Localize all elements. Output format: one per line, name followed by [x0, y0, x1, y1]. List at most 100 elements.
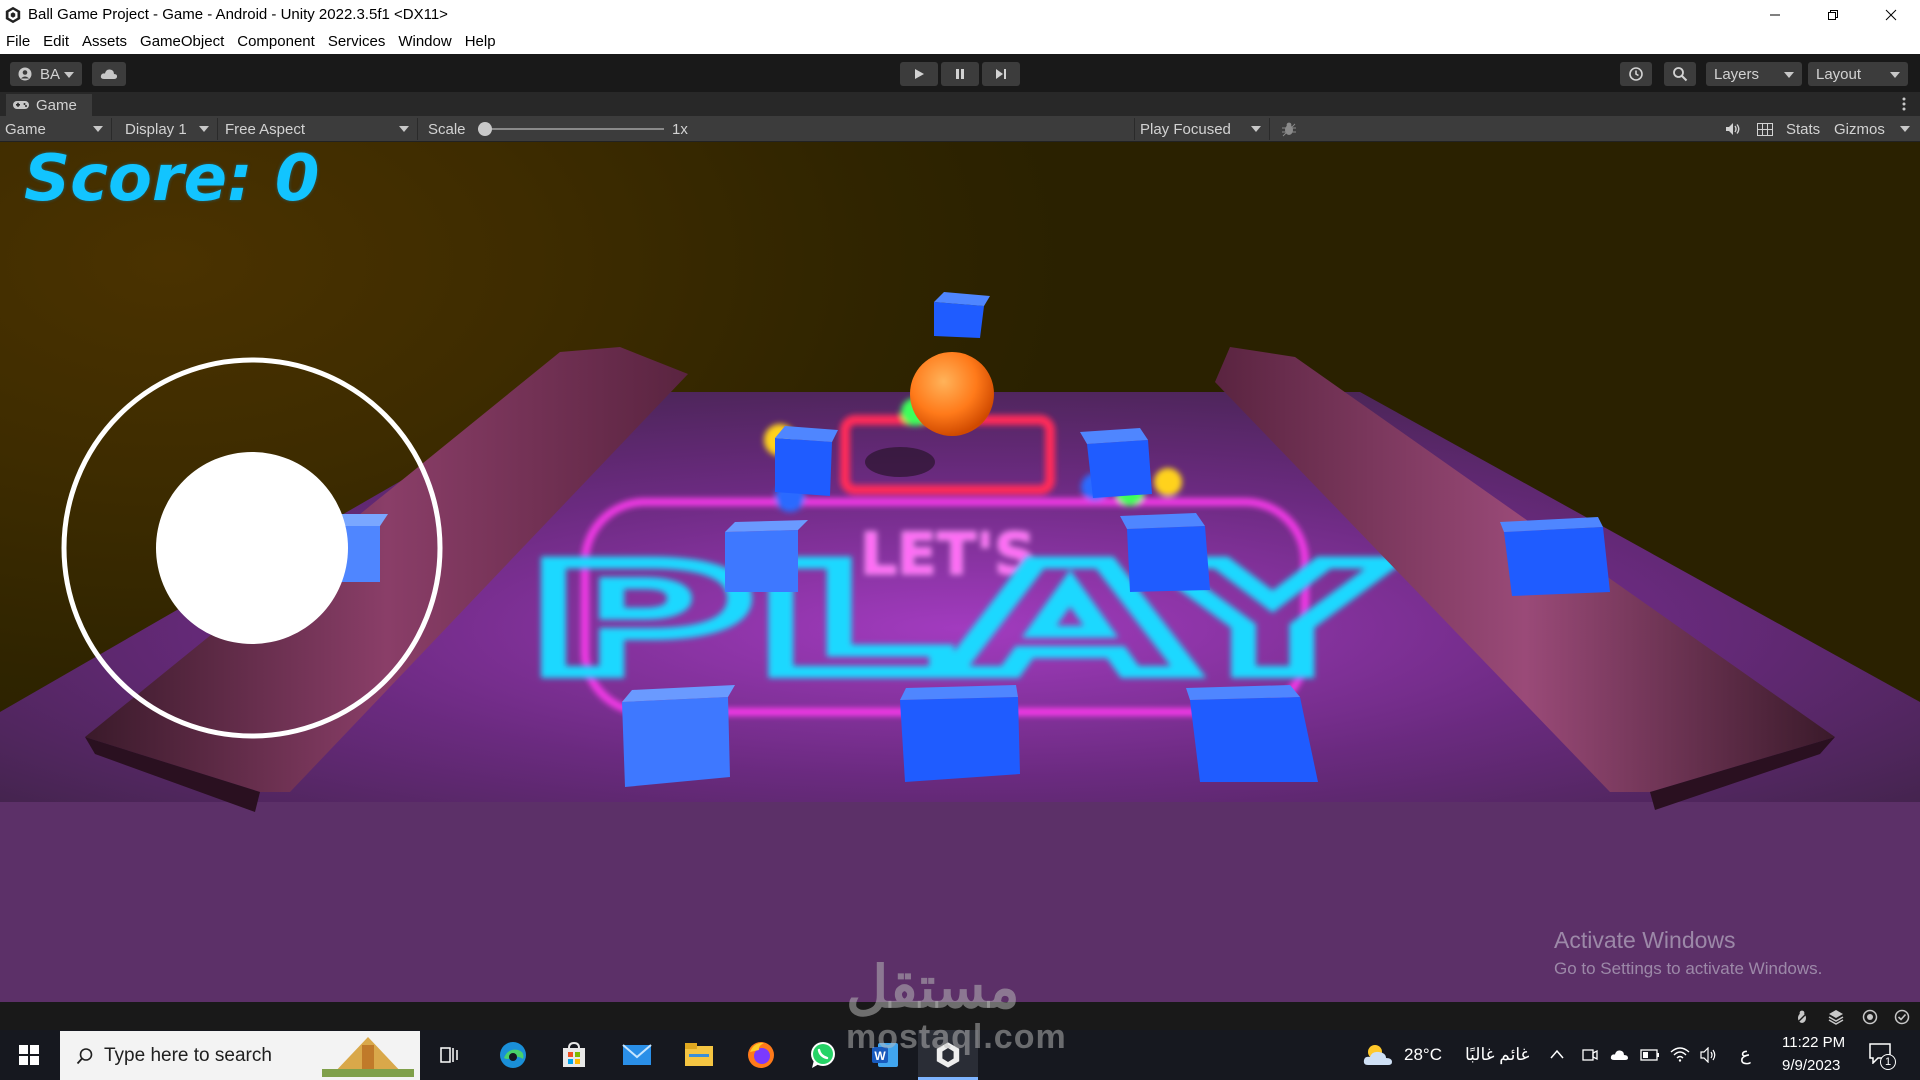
cube	[1500, 517, 1610, 596]
debug-button[interactable]	[1278, 116, 1300, 142]
menu-assets[interactable]: Assets	[82, 33, 127, 50]
gizmos-dropdown-icon[interactable]	[1900, 126, 1910, 132]
layers-label: Layers	[1714, 65, 1760, 83]
mostaql-watermark-arabic: مستقل	[846, 955, 1020, 1020]
menu-window[interactable]: Window	[398, 33, 451, 50]
pause-button[interactable]	[941, 62, 979, 86]
tab-game[interactable]: Game	[6, 94, 92, 116]
aspect-dropdown[interactable]: Free Aspect	[220, 118, 418, 140]
more-options-icon[interactable]	[1902, 97, 1906, 111]
chevron-down-icon	[199, 126, 209, 132]
windows-start-icon[interactable]	[19, 1045, 39, 1065]
stats-button[interactable]: Stats	[1786, 116, 1820, 142]
volume-icon[interactable]	[1700, 1047, 1718, 1063]
activate-windows-subtitle: Go to Settings to activate Windows.	[1554, 959, 1823, 978]
weather-description[interactable]: غائم غالبًا	[1465, 1045, 1529, 1065]
notification-count: 1	[1884, 1056, 1892, 1068]
minimize-icon	[1770, 14, 1780, 15]
display-dropdown[interactable]: Display 1	[120, 118, 218, 140]
menu-component[interactable]: Component	[237, 33, 315, 50]
close-icon	[1885, 9, 1897, 20]
file-explorer-icon[interactable]	[684, 1042, 714, 1068]
check-icon[interactable]	[1894, 1009, 1910, 1025]
aspect-label: Free Aspect	[225, 120, 306, 138]
floor-text-play: PLAY	[525, 534, 1390, 708]
gamepad-icon	[13, 101, 29, 109]
weather-cloud-icon[interactable]	[1362, 1041, 1394, 1069]
cloud-icon	[100, 69, 118, 79]
whatsapp-icon[interactable]	[808, 1040, 838, 1070]
play-mode-dropdown[interactable]: Play Focused	[1134, 118, 1270, 140]
task-view-icon[interactable]	[438, 1045, 460, 1065]
layout-dropdown[interactable]: Layout	[1808, 62, 1908, 86]
cube	[1120, 513, 1210, 592]
notification-count-badge: 1	[1880, 1054, 1896, 1070]
input-language-indicator[interactable]: ع	[1740, 1044, 1751, 1065]
search-icon	[1673, 67, 1688, 82]
meet-now-icon[interactable]	[1582, 1047, 1598, 1063]
minimize-button[interactable]	[1746, 0, 1804, 29]
menu-bar: File Edit Assets GameObject Component Se…	[0, 29, 1920, 54]
mostaql-watermark-url: mostaql.com	[846, 1018, 1067, 1056]
battery-icon[interactable]	[1640, 1049, 1660, 1061]
taskbar-search-box[interactable]: Type here to search	[60, 1031, 420, 1080]
restore-button[interactable]	[1804, 0, 1862, 29]
pause-icon	[956, 69, 964, 79]
layers-dropdown[interactable]: Layers	[1706, 62, 1802, 86]
gizmos-button[interactable]: Gizmos	[1834, 116, 1885, 142]
game-scene: LET'S PLAY	[0, 292, 1920, 1002]
mute-audio-button[interactable]	[1722, 116, 1744, 142]
layers-stack-icon[interactable]	[1828, 1009, 1844, 1025]
restore-icon	[1828, 9, 1838, 20]
score-label: Score: 0	[24, 142, 320, 216]
scale-label: Scale	[428, 120, 466, 138]
cube	[1186, 685, 1318, 782]
game-viewport[interactable]: LET'S PLAY Score: 0	[0, 142, 1920, 1002]
scale-slider-handle[interactable]	[478, 122, 492, 136]
account-label: BA	[40, 65, 61, 83]
bug-icon	[1282, 122, 1296, 137]
cloud-button[interactable]	[92, 62, 126, 86]
undo-history-button[interactable]	[1620, 62, 1652, 86]
close-button[interactable]	[1862, 0, 1920, 29]
search-button[interactable]	[1664, 62, 1696, 86]
cube	[622, 685, 735, 787]
step-button[interactable]	[982, 62, 1020, 86]
editor-tab-bar: Game	[0, 92, 1920, 116]
edge-browser-icon[interactable]	[498, 1040, 528, 1070]
joystick-knob[interactable]	[156, 452, 348, 644]
menu-help[interactable]: Help	[465, 33, 496, 50]
debug-icon[interactable]	[1794, 1009, 1810, 1025]
tab-label: Game	[36, 96, 77, 114]
firefox-icon[interactable]	[746, 1040, 776, 1070]
chevron-down-icon	[1784, 72, 1794, 78]
account-dropdown[interactable]: BA	[10, 62, 82, 86]
weather-temperature[interactable]: 28°C	[1404, 1045, 1442, 1065]
clock-time[interactable]: 11:22 PM	[1782, 1034, 1845, 1051]
ball-shadow	[865, 447, 935, 477]
clock-date[interactable]: 9/9/2023	[1782, 1057, 1840, 1074]
game-view-toolbar: Game Display 1 Free Aspect Scale 1x Play…	[0, 116, 1920, 142]
onedrive-icon[interactable]	[1610, 1049, 1630, 1061]
grid-button[interactable]	[1754, 116, 1776, 142]
chevron-down-icon	[93, 126, 103, 132]
play-button[interactable]	[900, 62, 938, 86]
wifi-icon[interactable]	[1670, 1046, 1690, 1062]
menu-services[interactable]: Services	[328, 33, 386, 50]
chevron-up-icon[interactable]	[1550, 1048, 1564, 1060]
player-ball	[910, 352, 994, 436]
menu-gameobject[interactable]: GameObject	[140, 33, 224, 50]
search-highlight-image	[322, 1037, 414, 1077]
lighting-icon[interactable]	[1862, 1009, 1878, 1025]
menu-file[interactable]: File	[6, 33, 30, 50]
unity-toolbar: BA Layers Layout	[0, 54, 1920, 92]
notification-center-button[interactable]: 1	[1866, 1040, 1898, 1072]
grid-icon	[1757, 122, 1773, 136]
scale-value: 1x	[672, 120, 688, 138]
menu-edit[interactable]: Edit	[43, 33, 69, 50]
scale-slider[interactable]	[478, 122, 664, 136]
mail-icon[interactable]	[622, 1043, 652, 1067]
search-icon	[76, 1047, 93, 1064]
microsoft-store-icon[interactable]	[560, 1041, 588, 1069]
view-type-dropdown[interactable]: Game	[0, 118, 112, 140]
